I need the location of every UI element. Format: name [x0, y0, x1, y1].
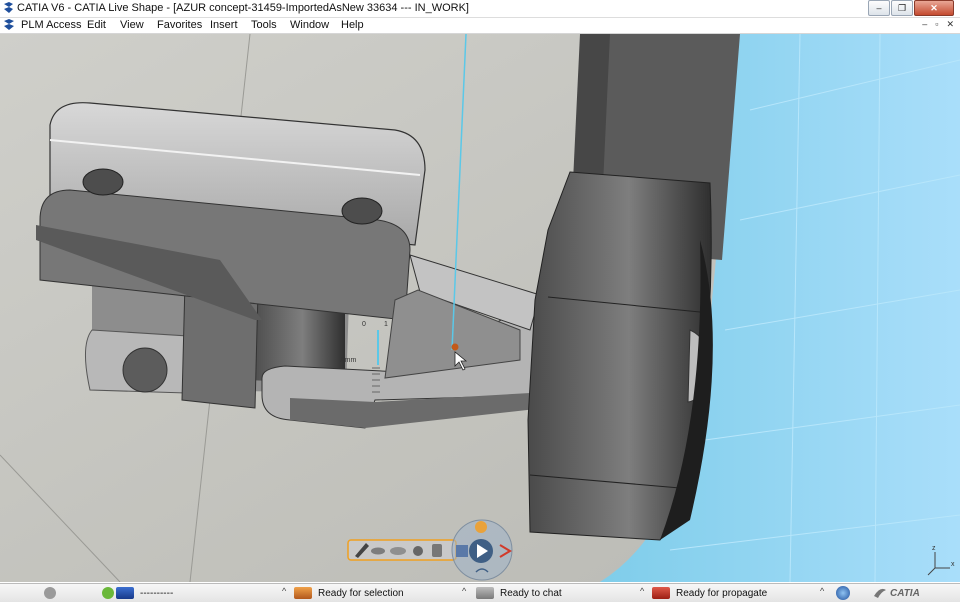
select-icon[interactable] — [456, 545, 468, 557]
globe-icon[interactable] — [475, 521, 487, 533]
surface-icon[interactable] — [371, 547, 385, 555]
dropdown-chevron-icon[interactable]: ^ — [820, 586, 824, 596]
window-title: CATIA V6 - CATIA Live Shape - [AZUR conc… — [17, 2, 469, 14]
window-controls: – ❐ ✕ — [868, 0, 954, 16]
chat-status: Ready to chat — [500, 587, 562, 599]
ruler-label-one: 1 — [384, 321, 388, 328]
menu-plm-access[interactable]: PLM Access — [21, 19, 82, 31]
bracket-hole-lower — [122, 347, 168, 393]
green-status-icon — [102, 587, 114, 599]
minimize-button[interactable]: – — [868, 0, 890, 16]
status-compass — [836, 586, 850, 600]
status-field-1: ---------- — [102, 586, 173, 600]
compass-status-icon[interactable] — [836, 586, 850, 600]
menu-view[interactable]: View — [120, 19, 144, 31]
3d-scene[interactable]: 0 1 Amm z x — [0, 34, 960, 582]
dropdown-chevron-icon[interactable]: ^ — [462, 586, 466, 596]
brand-logo: CATIA — [872, 586, 920, 600]
plate-hole-left — [82, 168, 124, 196]
propagate-status-icon — [652, 587, 670, 599]
status-selection: Ready for selection — [294, 586, 404, 600]
brand-text: CATIA — [890, 587, 920, 599]
selection-icon — [294, 587, 312, 599]
title-bar: CATIA V6 - CATIA Live Shape - [AZUR conc… — [0, 0, 960, 18]
propagate-status: Ready for propagate — [676, 587, 768, 599]
catia-logo-icon[interactable] — [2, 18, 16, 32]
status-chat: Ready to chat — [476, 586, 562, 600]
dropdown-chevron-icon[interactable]: ^ — [640, 586, 644, 596]
status-propagate: Ready for propagate — [652, 586, 767, 600]
cylinder-icon[interactable] — [432, 544, 442, 557]
doc-restore-button[interactable]: ▫ — [935, 19, 938, 30]
close-button[interactable]: ✕ — [914, 0, 954, 16]
menu-window[interactable]: Window — [290, 19, 329, 31]
bar-icon — [116, 587, 134, 599]
selection-status: Ready for selection — [318, 587, 404, 599]
sphere-icon[interactable] — [413, 546, 423, 556]
ruler-label-unit: Amm — [340, 357, 357, 364]
3d-viewport[interactable]: 0 1 Amm z x — [0, 34, 960, 582]
doc-close-button[interactable]: ✕ — [946, 19, 954, 30]
compass-z-label: z — [932, 545, 936, 552]
status-bar: ---------- ^ Ready for selection ^ Ready… — [0, 583, 960, 602]
dropdown-chevron-icon[interactable]: ^ — [282, 586, 286, 596]
menu-tools[interactable]: Tools — [251, 19, 277, 31]
document-controls: – ▫ ✕ — [922, 19, 954, 30]
status-avatar — [44, 586, 56, 600]
chat-icon — [476, 587, 494, 599]
menu-favorites[interactable]: Favorites — [157, 19, 202, 31]
user-icon — [44, 587, 56, 599]
ds-logo-icon — [874, 588, 886, 598]
shape-icon[interactable] — [390, 547, 406, 555]
status-field-1-text: ---------- — [140, 587, 174, 599]
catia-logo-icon — [4, 2, 13, 13]
menu-help[interactable]: Help — [341, 19, 364, 31]
maximize-button[interactable]: ❐ — [891, 0, 913, 16]
doc-minimize-button[interactable]: – — [922, 19, 927, 30]
manipulator-handle[interactable] — [451, 343, 459, 351]
compass-x-label: x — [951, 561, 955, 568]
menu-insert[interactable]: Insert — [210, 19, 238, 31]
plate-hole-right — [341, 197, 383, 225]
menu-edit[interactable]: Edit — [87, 19, 106, 31]
menu-bar: PLM Access Edit View Favorites Insert To… — [0, 18, 960, 34]
ruler-label-zero: 0 — [362, 321, 366, 328]
